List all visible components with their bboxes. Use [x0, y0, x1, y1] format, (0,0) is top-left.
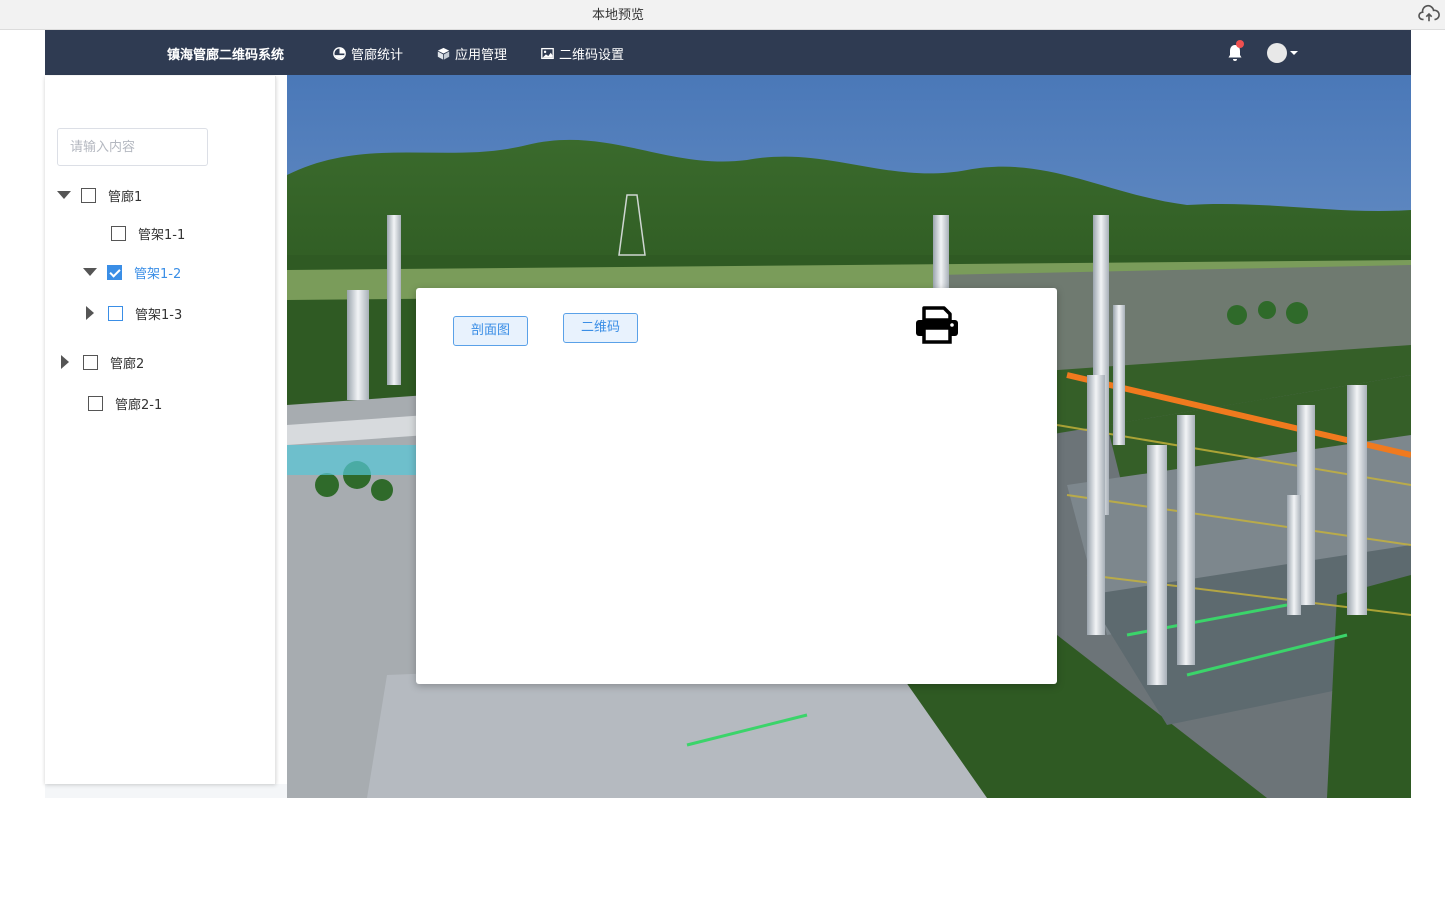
sidebar: 管廊1 管架1-1 管架1-2 管架1-3 管廊2 管廊2-1 — [45, 76, 276, 784]
printer-icon[interactable] — [914, 304, 960, 344]
search-input[interactable] — [57, 128, 208, 166]
avatar[interactable] — [1267, 43, 1287, 63]
tree-checkbox[interactable] — [107, 264, 122, 280]
tree-node-label: 管廊1 — [108, 189, 143, 205]
image-icon — [541, 47, 554, 60]
section-view-button[interactable]: 剖面图 — [453, 316, 529, 346]
nav-pipe-statistics[interactable]: 管廊统计 — [333, 44, 403, 63]
caret-right-icon[interactable] — [86, 306, 94, 320]
qrcode-dialog: 剖面图 二维码 — [416, 288, 1057, 684]
nav-qrcode-settings[interactable]: 二维码设置 — [541, 44, 624, 63]
caret-right-icon[interactable] — [61, 355, 69, 369]
scene-bottom-strip — [45, 784, 287, 798]
tree-node-gallery-2[interactable]: 管廊2 — [61, 351, 144, 373]
tree-node-gallery-1[interactable]: 管廊1 — [57, 184, 142, 206]
tree-node-label: 管架1-3 — [135, 307, 183, 323]
caret-down-icon[interactable] — [1290, 51, 1298, 55]
tree-node-label: 管廊2 — [110, 356, 145, 372]
cube-icon — [437, 47, 450, 60]
preview-bar: 本地预览 — [0, 0, 1445, 30]
tree-checkbox[interactable] — [108, 305, 123, 321]
qrcode-button[interactable]: 二维码 — [563, 313, 639, 343]
nav-label: 应用管理 — [455, 48, 508, 63]
tree-node-rack-1-2[interactable]: 管架1-2 — [83, 261, 181, 283]
nav-app-management[interactable]: 应用管理 — [437, 44, 507, 63]
nav-label: 二维码设置 — [559, 48, 625, 63]
notification-dot — [1236, 40, 1244, 48]
tree-checkbox[interactable] — [111, 225, 126, 241]
tree-node-gallery-2-1[interactable]: 管廊2-1 — [88, 392, 162, 414]
tree-checkbox[interactable] — [83, 354, 98, 370]
tree-node-label: 管架1-1 — [138, 227, 186, 243]
preview-title: 本地预览 — [591, 8, 644, 23]
top-navbar: 镇海管廊二维码系统 管廊统计 应用管理 二维码设置 — [45, 30, 1411, 75]
caret-down-icon[interactable] — [83, 268, 97, 276]
tree-checkbox[interactable] — [88, 395, 103, 411]
pie-chart-icon — [333, 47, 346, 60]
app-title: 镇海管廊二维码系统 — [167, 48, 285, 63]
tree-node-label: 管架1-2 — [134, 266, 182, 282]
tree-node-label: 管廊2-1 — [115, 397, 163, 413]
cloud-upload-icon[interactable] — [1418, 4, 1440, 24]
tree-node-rack-1-3[interactable]: 管架1-3 — [86, 302, 182, 324]
tree-checkbox[interactable] — [81, 187, 96, 203]
nav-label: 管廊统计 — [351, 48, 404, 63]
caret-down-icon[interactable] — [57, 191, 71, 199]
tree-node-rack-1-1[interactable]: 管架1-1 — [111, 222, 185, 244]
